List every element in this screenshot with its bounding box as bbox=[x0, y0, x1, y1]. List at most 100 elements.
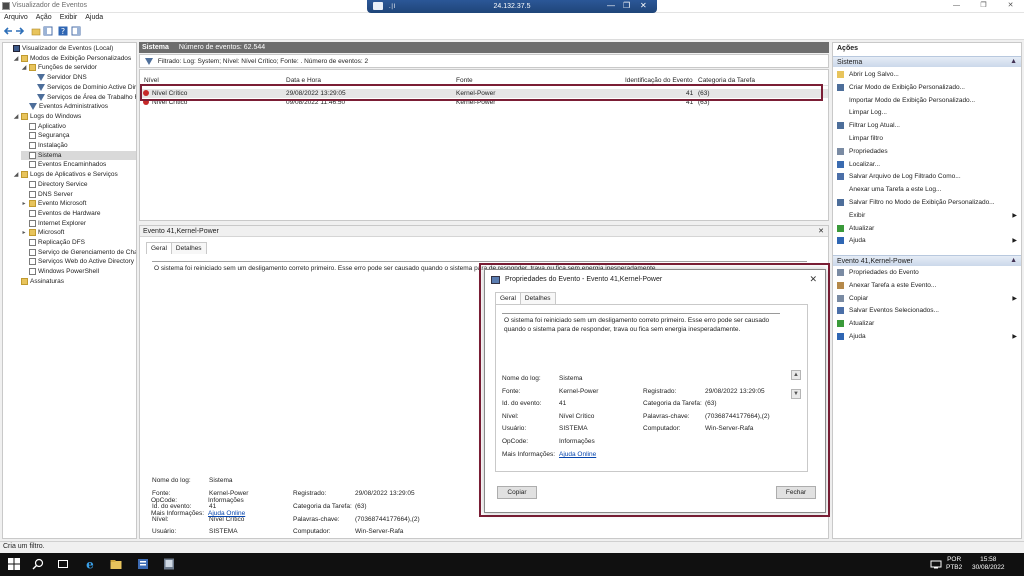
task-view-icon[interactable] bbox=[57, 558, 69, 570]
close-window-button[interactable]: ✕ bbox=[997, 0, 1024, 13]
tree-item[interactable]: ◢ Logs do Windows bbox=[13, 112, 136, 121]
action-item[interactable]: Atualizar bbox=[837, 318, 1019, 329]
tree-item[interactable]: Eventos Administrativos bbox=[21, 102, 136, 111]
expand-arrow-icon[interactable]: ▸ bbox=[21, 200, 27, 207]
actions-section-sistema[interactable]: Sistema ▲ bbox=[833, 56, 1021, 67]
tree-item[interactable]: Sistema bbox=[21, 150, 136, 160]
tab-detalhes[interactable]: Detalhes bbox=[519, 292, 556, 304]
action-item[interactable]: Copiar ▶ bbox=[837, 293, 1019, 304]
tree-item[interactable]: ▸ Microsoft bbox=[21, 228, 136, 237]
expand-arrow-icon[interactable]: ◢ bbox=[13, 55, 19, 62]
value-event-id: 41 bbox=[209, 503, 217, 510]
expand-arrow-icon[interactable]: ◢ bbox=[21, 64, 27, 71]
action-item[interactable]: Salvar Eventos Selecionados... bbox=[837, 305, 1019, 316]
action-item[interactable]: Ajuda ▶ bbox=[837, 235, 1019, 246]
online-help-link[interactable]: Ajuda Online bbox=[208, 510, 245, 517]
column-nivel[interactable]: Nível bbox=[144, 77, 159, 84]
server-manager-icon[interactable] bbox=[137, 558, 149, 570]
expand-arrow-icon[interactable]: ▸ bbox=[21, 229, 27, 236]
network-icon[interactable] bbox=[930, 558, 942, 570]
tree-item[interactable]: Serviço de Gerenciamento de Chaves bbox=[21, 248, 136, 257]
find-icon bbox=[837, 160, 844, 168]
tree-item[interactable]: Directory Service bbox=[21, 180, 136, 189]
tree-item[interactable]: Serviços Web do Active Directory bbox=[21, 257, 136, 266]
action-item[interactable]: Abrir Log Salvo... bbox=[837, 69, 1019, 80]
windows-start-icon[interactable] bbox=[8, 558, 20, 570]
maximize-button[interactable]: ❐ bbox=[970, 0, 997, 13]
action-item[interactable]: Propriedades bbox=[837, 146, 1019, 157]
column-categoria[interactable]: Categoria da Tarefa bbox=[698, 77, 755, 84]
tree-item[interactable]: Internet Explorer bbox=[21, 219, 136, 228]
tree-item[interactable]: Visualizador de Eventos (Local) bbox=[5, 44, 136, 53]
tree-item[interactable]: Segurança bbox=[21, 131, 136, 140]
close-dialog-icon[interactable]: ✕ bbox=[809, 274, 817, 285]
event-viewer-taskbar-icon[interactable] bbox=[163, 558, 175, 570]
menu-arquivo[interactable]: Arquivo bbox=[0, 13, 32, 23]
scroll-down-icon[interactable]: ▼ bbox=[791, 389, 801, 399]
action-item[interactable]: Importar Modo de Exibição Personalizado.… bbox=[837, 95, 1019, 106]
action-item[interactable]: Criar Modo de Exibição Personalizado... bbox=[837, 82, 1019, 93]
help-icon[interactable]: ? bbox=[58, 26, 68, 36]
action-item[interactable]: Limpar Log... bbox=[837, 107, 1019, 118]
collapse-icon[interactable]: ▲ bbox=[1010, 58, 1017, 65]
file-explorer-icon[interactable] bbox=[110, 558, 122, 570]
tree-item[interactable]: Assinaturas bbox=[13, 277, 136, 286]
rdp-minimize-button[interactable]: — bbox=[607, 1, 615, 10]
show-hide-actions-icon[interactable] bbox=[71, 26, 81, 36]
tree-item[interactable]: ▸ Evento Microsoft bbox=[21, 199, 136, 208]
column-id-evento[interactable]: Identificação do Evento bbox=[625, 77, 693, 84]
tree-item[interactable]: Serviços de Área de Trabalho Remota bbox=[29, 93, 136, 102]
action-item[interactable]: Salvar Arquivo de Log Filtrado Como... bbox=[837, 171, 1019, 182]
action-item[interactable]: Atualizar bbox=[837, 223, 1019, 234]
minimize-button[interactable]: — bbox=[943, 0, 970, 13]
collapse-icon[interactable]: ▲ bbox=[1010, 257, 1017, 264]
folder-icon[interactable] bbox=[31, 26, 41, 36]
menu-acao[interactable]: Ação bbox=[32, 13, 56, 23]
tab-geral[interactable]: Geral bbox=[495, 292, 521, 304]
scroll-up-icon[interactable]: ▲ bbox=[791, 370, 801, 380]
system-clock[interactable]: 15:58 30/08/2022 bbox=[972, 556, 1005, 573]
tree-item[interactable]: ◢ Logs de Aplicativos e Serviços bbox=[13, 170, 136, 179]
tree-item[interactable]: Replicação DFS bbox=[21, 238, 136, 247]
close-button[interactable]: Fechar bbox=[776, 486, 816, 499]
tree-item[interactable]: Windows PowerShell bbox=[21, 267, 136, 276]
tree-item[interactable]: ◢ Funções de servidor bbox=[21, 63, 136, 72]
copy-button[interactable]: Copiar bbox=[497, 486, 537, 499]
actions-section-event[interactable]: Evento 41,Kernel-Power ▲ bbox=[833, 255, 1021, 266]
tree-item[interactable]: Aplicativo bbox=[21, 122, 136, 131]
rdp-close-button[interactable]: ✕ bbox=[640, 1, 647, 10]
tree-item[interactable]: Eventos de Hardware bbox=[21, 209, 136, 218]
keyboard-language[interactable]: POR PTB2 bbox=[946, 556, 962, 573]
tree-item[interactable]: Eventos Encaminhados bbox=[21, 160, 136, 169]
action-item[interactable]: Limpar filtro bbox=[837, 133, 1019, 144]
show-hide-tree-icon[interactable] bbox=[43, 26, 53, 36]
tree-item[interactable]: ◢ Modos de Exibição Personalizados bbox=[13, 54, 136, 63]
action-item[interactable]: Ajuda ▶ bbox=[837, 331, 1019, 342]
tree-item[interactable]: Serviços de Domínio Active Directory bbox=[29, 83, 136, 92]
column-data-hora[interactable]: Data e Hora bbox=[286, 77, 321, 84]
action-item[interactable]: Propriedades do Evento bbox=[837, 267, 1019, 278]
expand-arrow-icon[interactable]: ◢ bbox=[13, 171, 19, 178]
back-arrow-icon[interactable] bbox=[3, 26, 13, 36]
forward-arrow-icon[interactable] bbox=[15, 26, 25, 36]
rdp-restore-button[interactable]: ❐ bbox=[623, 1, 630, 10]
action-item[interactable]: Exibir ▶ bbox=[837, 210, 1019, 221]
menu-exibir[interactable]: Exibir bbox=[56, 13, 82, 23]
action-item[interactable]: Salvar Filtro no Modo de Exibição Person… bbox=[837, 197, 1019, 208]
action-item[interactable]: Anexar uma Tarefa a este Log... bbox=[837, 184, 1019, 195]
tree-item[interactable]: Instalação bbox=[21, 141, 136, 150]
column-fonte[interactable]: Fonte bbox=[456, 77, 473, 84]
action-item[interactable]: Filtrar Log Atual... bbox=[837, 120, 1019, 131]
close-detail-icon[interactable]: ✕ bbox=[818, 227, 824, 235]
online-help-link[interactable]: Ajuda Online bbox=[559, 451, 596, 458]
tab-detalhes[interactable]: Detalhes bbox=[170, 242, 207, 254]
expand-arrow-icon[interactable]: ◢ bbox=[13, 113, 19, 120]
tab-geral[interactable]: Geral bbox=[146, 242, 172, 254]
search-icon[interactable] bbox=[32, 558, 44, 570]
tree-item[interactable]: Servidor DNS bbox=[29, 73, 136, 82]
tree-item[interactable]: DNS Server bbox=[21, 190, 136, 199]
action-item[interactable]: Anexar Tarefa a este Evento... bbox=[837, 280, 1019, 291]
action-item[interactable]: Localizar... bbox=[837, 159, 1019, 170]
menu-ajuda[interactable]: Ajuda bbox=[81, 13, 107, 23]
internet-explorer-icon[interactable]: e bbox=[84, 558, 96, 570]
